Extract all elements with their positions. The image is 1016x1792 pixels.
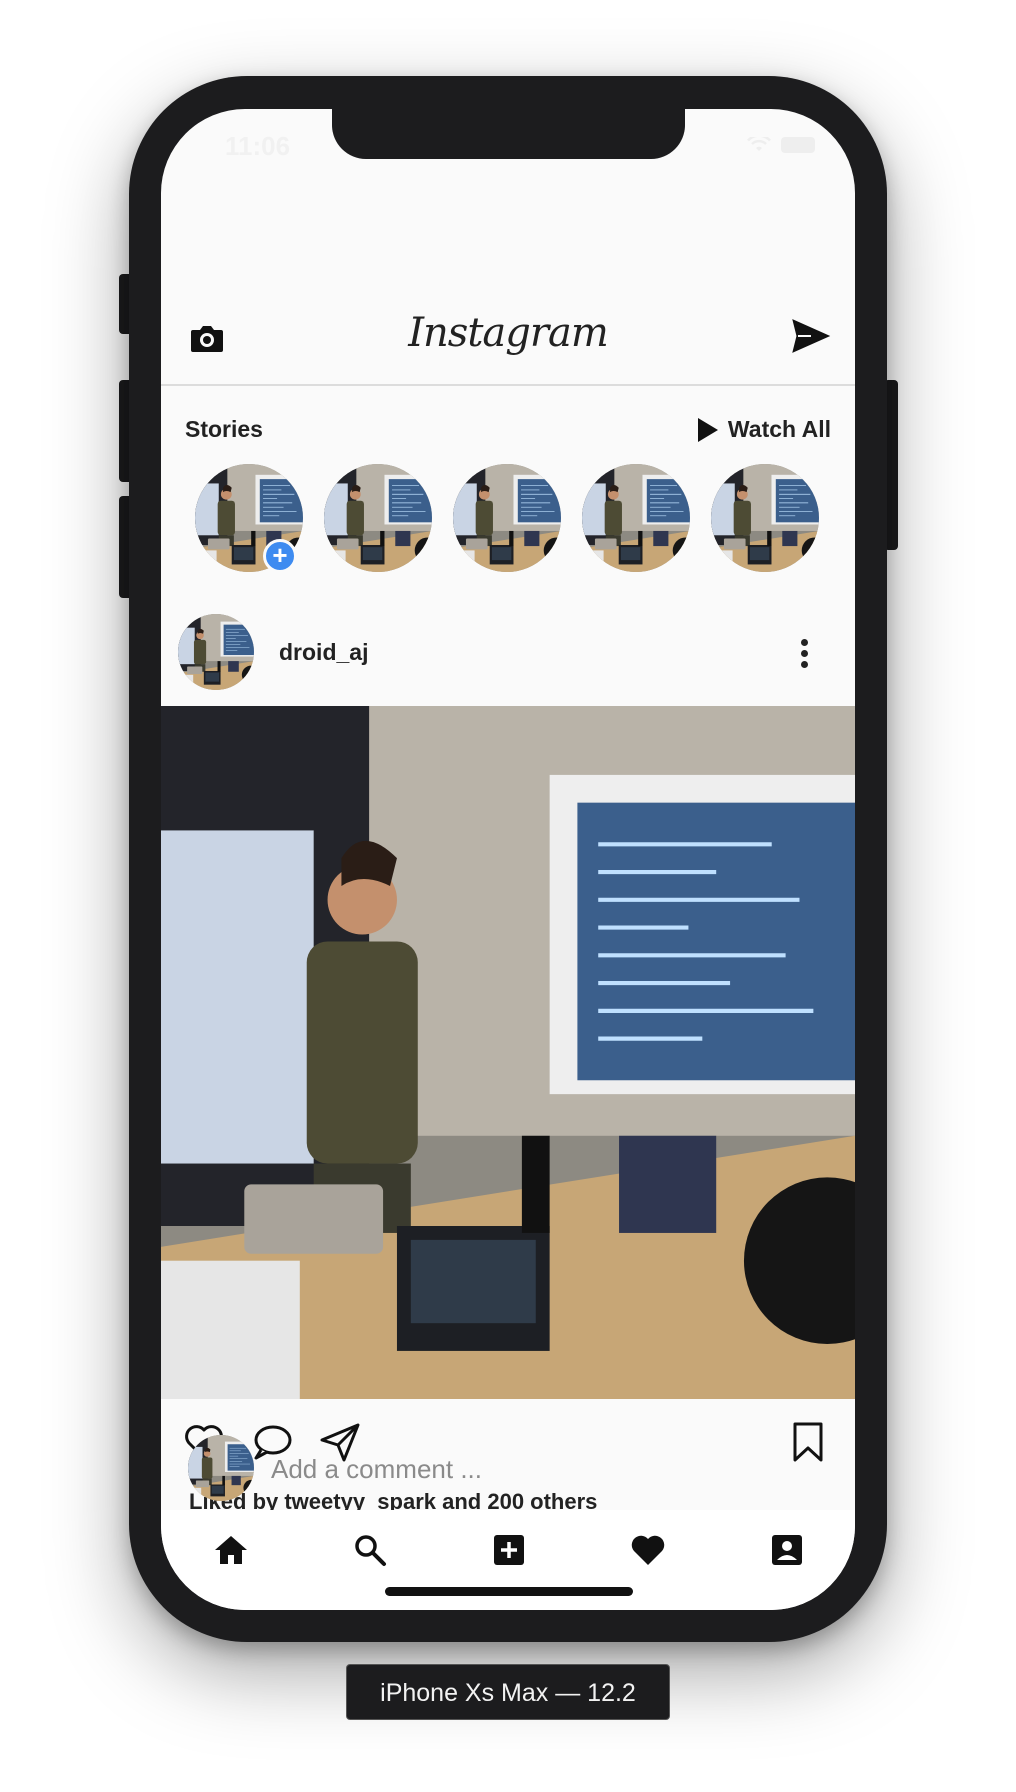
story-avatar[interactable] — [324, 464, 432, 572]
send-icon[interactable] — [791, 318, 831, 354]
home-icon[interactable] — [213, 1532, 249, 1568]
stories-header: Stories Watch All — [185, 416, 831, 446]
post-username[interactable]: droid_aj — [279, 639, 368, 666]
app-screen: 11:06 Instagram Stories Watch All + droi… — [161, 109, 855, 1610]
story-avatar[interactable] — [711, 464, 819, 572]
story-avatar[interactable] — [453, 464, 561, 572]
device-label: iPhone Xs Max — 12.2 — [346, 1664, 670, 1720]
post-author-avatar[interactable] — [178, 614, 254, 690]
profile-box-icon[interactable] — [769, 1532, 805, 1568]
notch — [332, 109, 685, 159]
stories-title: Stories — [185, 416, 263, 442]
status-icons — [747, 137, 815, 153]
top-bar: Instagram — [161, 274, 855, 386]
comment-avatar — [188, 1435, 254, 1501]
post-image[interactable] — [161, 706, 855, 1399]
status-time: 11:06 — [225, 131, 291, 161]
home-indicator[interactable] — [385, 1587, 633, 1596]
add-box-icon[interactable] — [491, 1532, 527, 1568]
battery-icon — [781, 137, 815, 153]
bookmark-icon[interactable] — [787, 1421, 829, 1463]
add-story-button[interactable]: + — [263, 539, 297, 573]
search-icon[interactable] — [352, 1532, 388, 1568]
heart-filled-icon[interactable] — [630, 1532, 666, 1568]
app-logo: Instagram — [408, 310, 609, 356]
watch-all-button[interactable]: Watch All — [697, 416, 831, 443]
comment-input[interactable] — [271, 1449, 691, 1489]
play-icon — [697, 417, 718, 442]
watch-all-label: Watch All — [727, 416, 831, 442]
story-avatar[interactable] — [582, 464, 690, 572]
more-options-icon[interactable] — [801, 639, 809, 669]
wifi-icon — [747, 137, 771, 151]
